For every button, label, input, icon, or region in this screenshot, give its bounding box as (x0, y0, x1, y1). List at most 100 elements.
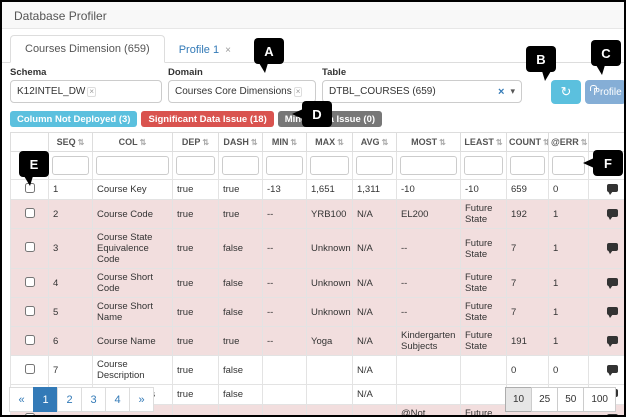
status-badge-0[interactable]: Column Not Deployed (3) (10, 111, 137, 127)
row-checkbox[interactable] (25, 413, 35, 417)
column-header-dep[interactable]: DEP⇅ (173, 133, 219, 152)
table-clear-icon[interactable]: × (498, 86, 504, 98)
cell-err: 1 (549, 229, 589, 269)
cell-dash: true (219, 327, 263, 356)
sort-icon[interactable]: ⇅ (202, 138, 209, 147)
sort-icon[interactable]: ⇅ (439, 138, 446, 147)
pager-next-button[interactable]: » (129, 387, 154, 412)
row-checkbox[interactable] (25, 208, 35, 218)
page-size-button-50[interactable]: 50 (557, 387, 584, 412)
filter-input-dep[interactable] (176, 156, 215, 175)
table-row: 3Course State Equivalence Codetruefalse-… (11, 229, 626, 269)
cell-dep: true (173, 269, 219, 298)
tab-courses-dimension[interactable]: Courses Dimension (659) (10, 35, 165, 63)
refresh-button[interactable]: ↻ (551, 80, 581, 104)
row-checkbox[interactable] (25, 242, 35, 252)
domain-input[interactable]: Courses Core Dimensions × (168, 80, 316, 103)
sort-icon[interactable]: ⇅ (78, 138, 85, 147)
column-header-col[interactable]: COL⇅ (93, 133, 173, 152)
callout-tail (259, 63, 268, 73)
profile-button[interactable]: Profile (585, 80, 626, 104)
grid-header-row: SEQ⇅COL⇅DEP⇅DASH⇅MIN⇅MAX⇅AVG⇅MOST⇅LEAST⇅… (11, 133, 626, 152)
annotation-callout-f: F (593, 150, 623, 176)
filter-input-most[interactable] (400, 156, 457, 175)
column-header-err[interactable]: @ERR⇅ (549, 133, 589, 152)
sort-icon[interactable]: ⇅ (382, 138, 389, 147)
comment-icon[interactable] (607, 184, 618, 192)
cell-col: Course Description (93, 356, 173, 385)
filter-input-least[interactable] (464, 156, 503, 175)
schema-remove-icon[interactable]: × (87, 87, 96, 97)
pager-page-button-1[interactable]: 1 (33, 387, 58, 412)
page-size-button-100[interactable]: 100 (583, 387, 616, 412)
page-size-button-25[interactable]: 25 (531, 387, 558, 412)
row-actions-cell (589, 356, 626, 385)
column-header-least[interactable]: LEAST⇅ (461, 133, 507, 152)
schema-input[interactable]: K12INTEL_DW × (10, 80, 162, 103)
row-select-cell (11, 229, 49, 269)
column-header-label: DEP (182, 137, 201, 147)
filter-input-err[interactable] (552, 156, 585, 175)
page-size-button-10[interactable]: 10 (505, 387, 532, 412)
annotation-callout-e: E (19, 151, 49, 177)
filter-input-max[interactable] (310, 156, 349, 175)
column-header-most[interactable]: MOST⇅ (397, 133, 461, 152)
column-header-label: MIN (272, 137, 289, 147)
filter-input-min[interactable] (266, 156, 303, 175)
comment-icon[interactable] (607, 278, 618, 286)
row-checkbox[interactable] (25, 306, 35, 316)
status-badge-1[interactable]: Significant Data Issue (18) (141, 111, 273, 127)
comment-icon[interactable] (607, 307, 618, 315)
sort-icon[interactable]: ⇅ (337, 138, 344, 147)
column-header-count[interactable]: COUNT⇅ (507, 133, 549, 152)
column-header-seq[interactable]: SEQ⇅ (49, 133, 93, 152)
filter-input-dash[interactable] (222, 156, 259, 175)
cell-count: 7 (507, 298, 549, 327)
pager-page-button-2[interactable]: 2 (57, 387, 82, 412)
column-header-label: DASH (223, 137, 249, 147)
row-checkbox[interactable] (25, 364, 35, 374)
comment-icon[interactable] (607, 414, 618, 417)
cell-col: Course Short Name (93, 298, 173, 327)
cell-err: 0 (549, 180, 589, 200)
pager-prev-button[interactable]: « (9, 387, 34, 412)
cell-max: Unknown (307, 269, 353, 298)
row-checkbox[interactable] (25, 277, 35, 287)
cell-avg: N/A (353, 229, 397, 269)
cell-count: 7 (507, 269, 549, 298)
filter-input-seq[interactable] (52, 156, 89, 175)
filter-input-count[interactable] (510, 156, 545, 175)
table-select[interactable]: DTBL_COURSES (659) × ▾ (322, 80, 522, 103)
sort-icon[interactable]: ⇅ (140, 138, 147, 147)
domain-field: Domain Courses Core Dimensions × (168, 67, 316, 103)
comment-icon[interactable] (607, 243, 618, 251)
column-header-avg[interactable]: AVG⇅ (353, 133, 397, 152)
filter-input-col[interactable] (96, 156, 169, 175)
sort-icon[interactable]: ⇅ (581, 138, 588, 147)
pager-page-button-3[interactable]: 3 (81, 387, 106, 412)
column-header-min[interactable]: MIN⇅ (263, 133, 307, 152)
sort-icon[interactable]: ⇅ (543, 138, 549, 147)
filter-cell (263, 152, 307, 180)
cell-err: 1 (549, 298, 589, 327)
sort-icon[interactable]: ⇅ (496, 138, 503, 147)
domain-remove-icon[interactable]: × (294, 87, 303, 97)
comment-icon[interactable] (607, 336, 618, 344)
sort-icon[interactable]: ⇅ (290, 138, 297, 147)
cell-dep: true (173, 356, 219, 385)
database-profiler-window: Database Profiler Courses Dimension (659… (0, 0, 626, 417)
sort-icon[interactable]: ⇅ (251, 138, 258, 147)
comment-icon[interactable] (607, 365, 618, 373)
column-header-max[interactable]: MAX⇅ (307, 133, 353, 152)
filter-input-avg[interactable] (356, 156, 393, 175)
cell-seq: 7 (49, 356, 93, 385)
column-header-label: MAX (315, 137, 335, 147)
filter-cell (507, 152, 549, 180)
refresh-icon: ↻ (561, 84, 572, 100)
row-checkbox[interactable] (25, 335, 35, 345)
tab-profile-1[interactable]: Profile 1× (165, 37, 245, 63)
close-icon[interactable]: × (225, 45, 231, 56)
pager-page-button-4[interactable]: 4 (105, 387, 130, 412)
comment-icon[interactable] (607, 209, 618, 217)
column-header-dash[interactable]: DASH⇅ (219, 133, 263, 152)
